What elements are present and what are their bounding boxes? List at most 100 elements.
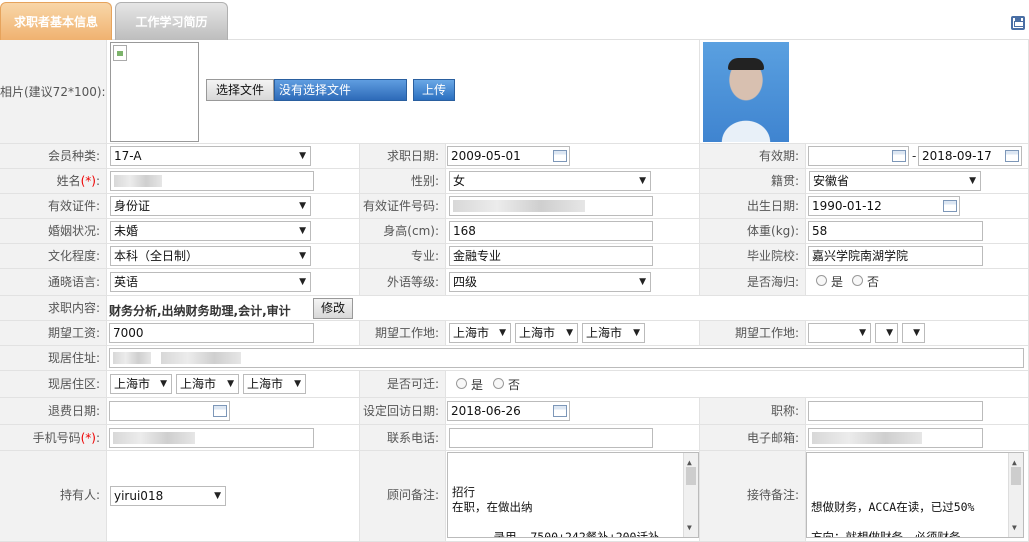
masked-value (114, 175, 162, 187)
foreign-level-select[interactable]: 四级 (449, 272, 651, 292)
height-input[interactable]: 168 (449, 221, 653, 241)
mobile-label: 手机号码(*): (0, 425, 107, 451)
member-type-select[interactable]: 17-A (110, 146, 311, 166)
job-content-label: 求职内容: (0, 296, 107, 321)
birth-date-label: 出生日期: (700, 194, 806, 219)
gender-select[interactable]: 女 (449, 171, 651, 191)
email-input[interactable] (808, 428, 983, 448)
scroll-down-icon[interactable]: ▼ (687, 520, 692, 535)
relocate-no-label: 否 (508, 378, 521, 392)
scroll-thumb[interactable] (1011, 467, 1021, 485)
reception-note-label: 接待备注: (700, 451, 806, 542)
work-place-province-select[interactable]: 上海市 (449, 323, 511, 343)
calendar-icon[interactable] (553, 150, 567, 162)
refund-date-input[interactable] (109, 401, 230, 421)
relocate-yes-label: 是 (471, 378, 484, 392)
tab-work-study-resume[interactable]: 工作学习简历 (115, 2, 228, 40)
apply-date-label: 求职日期: (360, 144, 446, 169)
work-place-city-select[interactable]: 上海市 (515, 323, 578, 343)
name-label: 姓名(*): (0, 169, 107, 194)
native-place-select[interactable]: 安徽省 (809, 171, 981, 191)
valid-period-separator: - (912, 149, 917, 163)
id-type-select[interactable]: 身份证 (110, 196, 311, 216)
major-input[interactable]: 金融专业 (449, 246, 653, 266)
id-number-input[interactable] (449, 196, 653, 216)
calendar-icon[interactable] (1005, 150, 1019, 162)
salary-input[interactable]: 7000 (109, 323, 314, 343)
address-label: 现居住址: (0, 346, 107, 371)
valid-period-label: 有效期: (700, 144, 806, 169)
tab-bar: 求职者基本信息 工作学习简历 (0, 0, 1029, 40)
district-province-select[interactable]: 上海市 (110, 374, 172, 394)
returnee-no-label: 否 (867, 275, 880, 289)
gender-label: 性别: (360, 169, 446, 194)
save-icon[interactable] (1011, 16, 1025, 30)
returnee-no-radio[interactable] (852, 275, 863, 286)
district-area-select[interactable]: 上海市 (243, 374, 306, 394)
masked-value (453, 200, 585, 212)
returnee-yes-radio[interactable] (816, 275, 827, 286)
relocate-label: 是否可迁: (360, 371, 446, 398)
native-place-label: 籍贯: (700, 169, 806, 194)
address-input[interactable] (109, 348, 1024, 368)
calendar-icon[interactable] (892, 150, 906, 162)
language-label: 通晓语言: (0, 269, 107, 296)
advisor-note-textarea[interactable]: 招行 在职，在做出纳 录用 7500+242餐补+200话补 =7942*0.7… (447, 452, 699, 538)
scroll-down-icon[interactable]: ▼ (1012, 520, 1017, 535)
marital-select[interactable]: 未婚 (110, 221, 311, 241)
marital-label: 婚姻状况: (0, 219, 107, 244)
advisor-note-text: 招行 在职，在做出纳 录用 7500+242餐补+200话补 =7942*0.7… (452, 485, 660, 538)
reception-note-scrollbar[interactable]: ▲ ▼ (1008, 453, 1023, 537)
work-place-label-1: 期望工作地: (360, 321, 446, 346)
calendar-icon[interactable] (553, 405, 567, 417)
birth-date-input[interactable]: 1990-01-12 (808, 196, 960, 216)
reception-note-text: 想做财务，ACCA在读，已过50% 方向：就想做财务，必须财务， (811, 500, 975, 538)
mobile-input[interactable] (109, 428, 314, 448)
visit-date-input[interactable]: 2018-06-26 (447, 401, 570, 421)
phone-label: 联系电话: (360, 425, 446, 451)
phone-input[interactable] (449, 428, 653, 448)
work-place-label-2: 期望工作地: (700, 321, 806, 346)
advisor-note-label: 顾问备注: (360, 451, 446, 542)
relocate-no-radio[interactable] (493, 378, 504, 389)
photo-label: 相片(建议72*100): (0, 40, 107, 144)
work-place2-province-select[interactable] (808, 323, 871, 343)
work-place2-district-select[interactable] (902, 323, 925, 343)
advisor-note-scrollbar[interactable]: ▲ ▼ (683, 453, 698, 537)
calendar-icon[interactable] (943, 200, 957, 212)
scroll-thumb[interactable] (686, 467, 696, 485)
tab-basic-info[interactable]: 求职者基本信息 (0, 2, 112, 40)
valid-period-start-input[interactable] (808, 146, 909, 166)
name-input[interactable] (110, 171, 314, 191)
upload-button[interactable]: 上传 (413, 79, 455, 101)
work-place2-city-select[interactable] (875, 323, 898, 343)
returnee-yes-label: 是 (831, 275, 844, 289)
masked-value (113, 432, 195, 444)
choose-file-button[interactable]: 选择文件 (206, 79, 274, 101)
title-label: 职称: (700, 398, 806, 425)
foreign-level-label: 外语等级: (360, 269, 446, 296)
calendar-icon[interactable] (213, 405, 227, 417)
masked-value (161, 352, 241, 364)
refund-date-label: 退费日期: (0, 398, 107, 425)
relocate-yes-radio[interactable] (456, 378, 467, 389)
holder-select[interactable]: yirui018 (110, 486, 226, 506)
broken-image-icon (113, 45, 127, 61)
school-input[interactable]: 嘉兴学院南湖学院 (808, 246, 983, 266)
title-input[interactable] (808, 401, 983, 421)
masked-value (113, 352, 151, 364)
apply-date-input[interactable]: 2009-05-01 (447, 146, 570, 166)
major-label: 专业: (360, 244, 446, 269)
work-place-district-select[interactable]: 上海市 (582, 323, 645, 343)
language-select[interactable]: 英语 (110, 272, 311, 292)
education-select[interactable]: 本科（全日制） (110, 246, 311, 266)
weight-input[interactable]: 58 (808, 221, 983, 241)
avatar (703, 42, 789, 142)
id-type-label: 有效证件: (0, 194, 107, 219)
weight-label: 体重(kg): (700, 219, 806, 244)
valid-period-end-input[interactable]: 2018-09-17 (918, 146, 1022, 166)
district-city-select[interactable]: 上海市 (176, 374, 239, 394)
modify-button[interactable]: 修改 (313, 298, 353, 319)
reception-note-textarea[interactable]: 想做财务，ACCA在读，已过50% 方向：就想做财务，必须财务， ▲ ▼ (806, 452, 1024, 538)
id-number-label: 有效证件号码: (360, 194, 446, 219)
